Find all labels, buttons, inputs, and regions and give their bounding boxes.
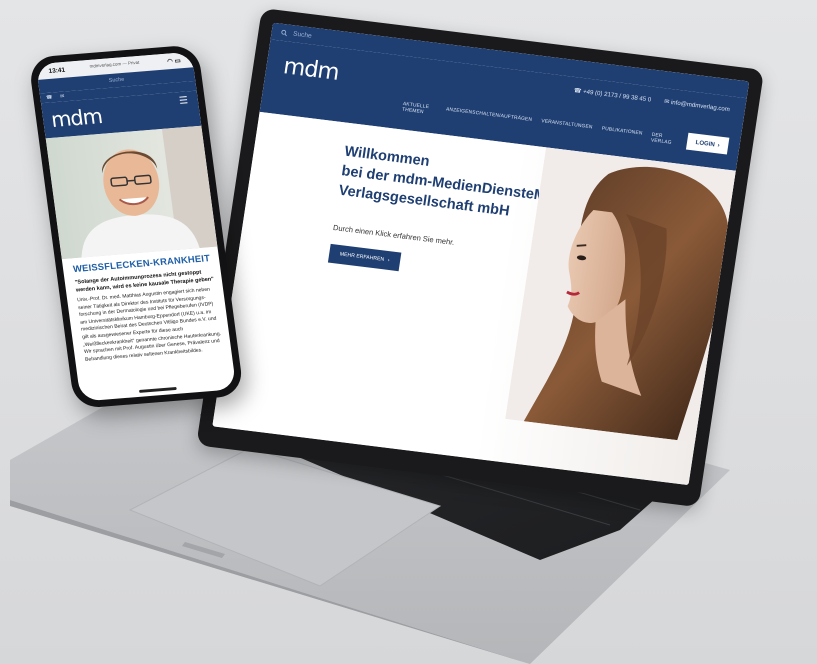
contact-email-text: info@mdmverlag.com xyxy=(670,99,731,114)
nav-item-veranstaltungen[interactable]: VERANSTALTUNGEN xyxy=(540,118,593,135)
hero-woman-portrait xyxy=(505,147,742,444)
nav-item-der-verlag[interactable]: DER VERLAG xyxy=(650,132,674,146)
chevron-right-icon: › xyxy=(717,141,721,149)
article-portrait-photo xyxy=(45,125,218,260)
contact-phone[interactable]: ☎ +49 (0) 2173 / 99 38 45 0 xyxy=(573,86,651,103)
nav-item-anzeigen[interactable]: ANZEIGENSCHALTEN/AUFTRÄGEN xyxy=(445,107,533,129)
contact-email[interactable]: ✉ info@mdmverlag.com xyxy=(664,98,731,114)
phone-icon[interactable]: ☎ xyxy=(46,94,53,100)
battery-icon: ▭ xyxy=(174,57,182,65)
login-label: LOGIN xyxy=(695,138,716,148)
contact-phone-text: +49 (0) 2173 / 99 38 45 0 xyxy=(582,88,652,104)
mobile-logo[interactable]: mdm xyxy=(50,104,104,132)
status-icons: ◠ ▭ xyxy=(167,56,181,65)
device-mockup-scene: Suche mdm ☎ +49 (0) 2173 / 99 38 45 0 ✉ … xyxy=(0,0,817,664)
hero-subtitle: Durch einen Klick erfahren Sie mehr. xyxy=(332,223,455,247)
browser-url[interactable]: mdmverlag.com — Privat xyxy=(76,59,153,70)
more-info-button[interactable]: MEHR ERFAHREN › xyxy=(327,243,402,272)
mail-icon: ✉ xyxy=(663,98,670,106)
mobile-search-label: Suche xyxy=(108,76,125,84)
hero-section: Willkommen bei der mdm-MedienDiensteMedi… xyxy=(212,111,742,486)
article-body: Univ.-Prof. Dr. med. Matthias Augustin e… xyxy=(76,286,222,363)
search-label: Suche xyxy=(292,30,313,40)
chevron-right-icon: › xyxy=(387,257,390,264)
laptop-display: Suche mdm ☎ +49 (0) 2173 / 99 38 45 0 ✉ … xyxy=(196,8,765,508)
site-logo[interactable]: mdm xyxy=(282,53,341,86)
hamburger-menu-icon[interactable]: ☰ xyxy=(178,95,188,106)
mail-icon[interactable]: ✉ xyxy=(60,94,65,100)
nav-item-aktuelle-themen[interactable]: AKTUELLE THEMEN xyxy=(402,101,438,116)
home-indicator xyxy=(138,386,177,393)
phone-icon: ☎ xyxy=(573,87,582,95)
wifi-icon: ◠ xyxy=(166,58,174,66)
website-mobile-view: 13:41 mdmverlag.com — Privat ◠ ▭ Suche ☎… xyxy=(35,51,237,402)
status-time: 13:41 xyxy=(48,66,66,75)
login-button[interactable]: LOGIN › xyxy=(685,132,730,155)
more-info-label: MEHR ERFAHREN xyxy=(339,251,385,263)
search-icon xyxy=(281,29,287,36)
website-laptop-view: Suche mdm ☎ +49 (0) 2173 / 99 38 45 0 ✉ … xyxy=(212,22,750,486)
nav-item-publikationen[interactable]: PUBLIKATIONEN xyxy=(600,126,643,142)
